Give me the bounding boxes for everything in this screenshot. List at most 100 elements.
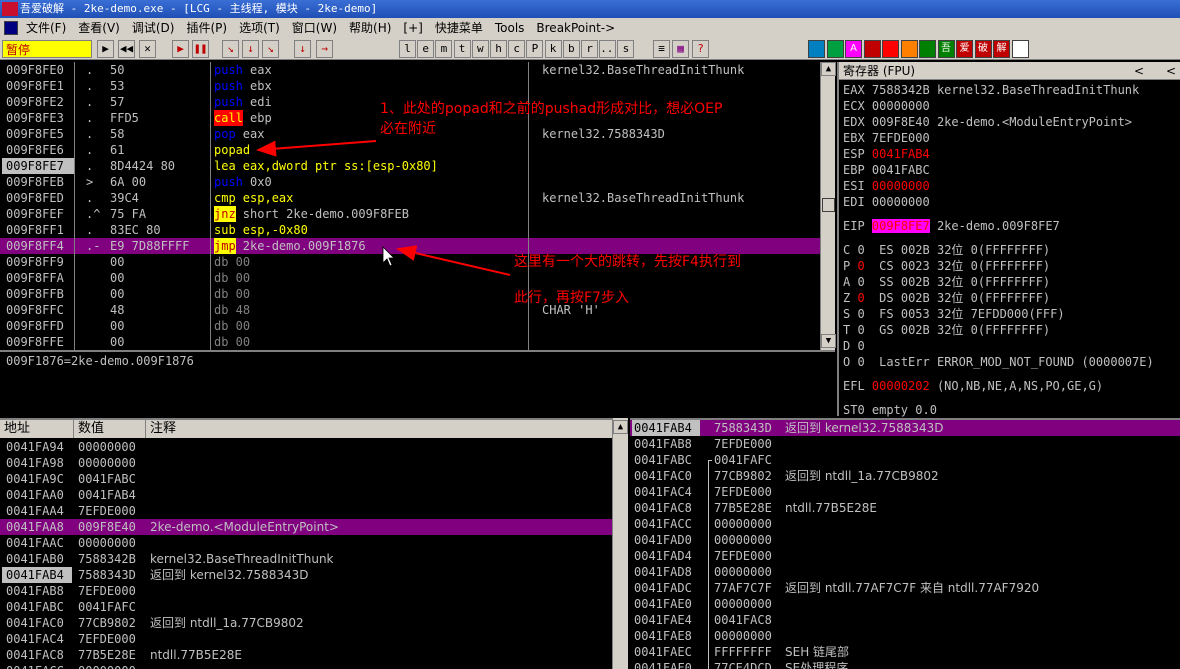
stack-row[interactable]: 0041FAEC FFFFFFFF SEH 链尾部 <box>630 644 1180 660</box>
toolbar-button-icon[interactable]: ✕ <box>139 40 156 58</box>
stack-row[interactable]: 0041FACC 00000000 <box>630 516 1180 532</box>
help-icon[interactable]: ? <box>692 40 709 58</box>
flag-line[interactable]: D 0 <box>843 338 901 354</box>
grid-icon[interactable]: ▦ <box>672 40 689 58</box>
register-value[interactable]: 00000000 <box>872 99 930 113</box>
dump-row[interactable]: 0041FAC4 7EFDE000 <box>0 631 612 647</box>
dump-row[interactable]: 0041FA94 00000000 <box>0 439 612 455</box>
efl-line[interactable]: EFL 00000202 (NO,NB,NE,A,NS,PO,GE,G) <box>843 378 1103 394</box>
register-line[interactable]: ECX 00000000 <box>843 98 937 114</box>
menu-item[interactable]: 查看(V) <box>72 18 126 38</box>
register-line[interactable]: ESI 00000000 <box>843 178 937 194</box>
menu-item[interactable]: 快捷菜单 <box>429 18 489 38</box>
menu-item[interactable]: 帮助(H) <box>343 18 397 38</box>
flag-line[interactable]: O 0 LastErr ERROR_MOD_NOT_FOUND (0000007… <box>843 354 1168 370</box>
register-value[interactable]: 7EFDE000 <box>872 131 930 145</box>
dump-scrollbar[interactable]: ▲ <box>612 418 628 669</box>
app-menu-icon[interactable] <box>4 21 18 35</box>
stack-row[interactable]: 0041FAC8 77B5E28E ntdll.77B5E28E <box>630 500 1180 516</box>
scroll-up-arrow-icon[interactable]: ▲ <box>613 420 628 434</box>
register-value[interactable]: 00000202 <box>872 379 930 393</box>
toolbar-window-button[interactable]: m <box>435 40 453 58</box>
register-line[interactable]: EDI 00000000 <box>843 194 937 210</box>
flag-line[interactable]: A 0 SS 002B 32位 0(FFFFFFFF) <box>843 274 1050 290</box>
dump-row[interactable]: 0041FA98 00000000 <box>0 455 612 471</box>
disasm-row[interactable]: 009F8FFD 00 db 00 <box>0 318 820 334</box>
dump-row[interactable]: 0041FABC 0041FAFC <box>0 599 612 615</box>
dump-row[interactable]: 0041FAA0 0041FAB4 <box>0 487 612 503</box>
toggle-view-arrow-icon[interactable]: < <box>1134 62 1144 80</box>
plugin-button-icon[interactable] <box>1011 40 1029 58</box>
header-value[interactable]: 数值 <box>74 420 146 438</box>
disasm-row[interactable]: 009F8FFC 48 db 48 CHAR 'H' <box>0 302 820 318</box>
registers-pane[interactable]: 寄存器 (FPU) < < EAX 7588342B kernel32.Base… <box>837 62 1180 417</box>
menu-item[interactable]: BreakPoint-> <box>530 18 621 38</box>
toolbar-window-button[interactable]: c <box>508 40 526 58</box>
stack-row[interactable]: 0041FAD8 00000000 <box>630 564 1180 580</box>
toolbar-window-button[interactable]: r <box>581 40 598 58</box>
menu-item[interactable]: 文件(F) <box>20 18 72 38</box>
disasm-row[interactable]: 009F8FEF .^ 75 FA jnz short 2ke-demo.009F8FE… <box>0 206 820 222</box>
register-value[interactable]: 7588342B <box>872 83 930 97</box>
flag-value[interactable]: 0 <box>857 307 864 321</box>
register-line[interactable]: EBX 7EFDE000 <box>843 130 937 146</box>
toolbar-button-icon[interactable]: ↘ <box>262 40 279 58</box>
disassembly-scrollbar[interactable]: ▲ ▼ <box>820 62 836 350</box>
register-value[interactable]: 009F8FE7 <box>871 219 930 233</box>
dump-row[interactable]: 0041FAB8 7EFDE000 <box>0 583 612 599</box>
stack-row[interactable]: 0041FAE0 00000000 <box>630 596 1180 612</box>
toolbar-window-button[interactable]: l <box>399 40 416 58</box>
dump-row[interactable]: 0041FAC8 77B5E28E ntdll.77B5E28E <box>0 647 612 663</box>
toolbar-button-icon[interactable]: ▶ <box>172 40 189 58</box>
flag-value[interactable]: 0 <box>857 339 864 353</box>
disasm-row[interactable]: 009F8FED. 39C4 cmp esp,eax kernel32.BaseThre… <box>0 190 820 206</box>
dump-row[interactable]: 0041FACC 00000000 <box>0 663 612 669</box>
disasm-row[interactable]: 009F8FFB 00 db 00 <box>0 286 820 302</box>
register-value[interactable]: 009F8E40 <box>872 115 930 129</box>
disasm-row[interactable]: 009F8FEB >6A 00 push 0x0 <box>0 174 820 190</box>
stack-row[interactable]: 0041FAC0 77CB9802 返回到 ntdll_1a.77CB9802 <box>630 468 1180 484</box>
flag-value[interactable]: 0 <box>857 323 864 337</box>
plugin-button-icon[interactable] <box>808 40 825 58</box>
disasm-row[interactable]: 009F8FE7. 8D4424 80 lea eax,dword ptr ss:[e… <box>0 158 820 174</box>
list-icon[interactable]: ≡ <box>653 40 670 58</box>
stack-row[interactable]: 0041FAC4 7EFDE000 <box>630 484 1180 500</box>
register-line[interactable]: EDX 009F8E40 2ke-demo.<ModuleEntryPoint> <box>843 114 1132 130</box>
plugin-button-icon[interactable]: 吾 <box>937 40 955 58</box>
register-value[interactable]: 0041FABC <box>872 163 930 177</box>
register-value[interactable]: 00000000 <box>872 195 930 209</box>
stack-row[interactable]: 0041FAD0 00000000 <box>630 532 1180 548</box>
toolbar-window-button[interactable]: k <box>544 40 562 58</box>
toolbar-button-icon[interactable]: ↓ <box>294 40 311 58</box>
plugin-button-icon[interactable] <box>826 40 844 58</box>
dump-row[interactable]: 0041FAAC 00000000 <box>0 535 612 551</box>
flag-line[interactable]: C 0 ES 002B 32位 0(FFFFFFFF) <box>843 242 1050 258</box>
register-line[interactable]: EBP 0041FABC <box>843 162 937 178</box>
menu-item[interactable]: 窗口(W) <box>286 18 343 38</box>
header-comment[interactable]: 注释 <box>146 420 612 438</box>
stack-row[interactable]: 0041FAD4 7EFDE000 <box>630 548 1180 564</box>
dump-row[interactable]: 0041FAB4 7588343D 返回到 kernel32.7588343D <box>0 567 612 583</box>
toolbar-window-button[interactable]: w <box>471 40 489 58</box>
dump-row[interactable]: 0041FAC0 77CB9802 返回到 ntdll_1a.77CB9802 <box>0 615 612 631</box>
header-address[interactable]: 地址 <box>0 420 74 438</box>
flag-line[interactable]: T 0 GS 002B 32位 0(FFFFFFFF) <box>843 322 1050 338</box>
flag-value[interactable]: 0 <box>857 355 864 369</box>
toolbar-window-button[interactable]: b <box>562 40 580 58</box>
toolbar-button-icon[interactable]: ❚❚ <box>192 40 209 58</box>
toolbar-button-icon[interactable]: ◀◀ <box>118 40 135 58</box>
menu-item[interactable]: [+] <box>397 18 428 38</box>
plugin-button-icon[interactable] <box>900 40 918 58</box>
toolbar-button-icon[interactable]: ▶ <box>97 40 114 58</box>
disasm-row[interactable]: 009F8FFE 00 db 00 <box>0 334 820 350</box>
stack-row[interactable]: 0041FABC 0041FAFC <box>630 452 1180 468</box>
stack-row[interactable]: 0041FAF0 77CE4DCD SE处理程序 <box>630 660 1180 669</box>
dump-row[interactable]: 0041FAA4 7EFDE000 <box>0 503 612 519</box>
menu-item[interactable]: 选项(T) <box>233 18 286 38</box>
disasm-row[interactable]: 009F8FF1. 83EC 80 sub esp,-0x80 <box>0 222 820 238</box>
register-line-eip[interactable]: EIP 009F8FE7 2ke-demo.009F8FE7 <box>843 218 1060 234</box>
dump-row[interactable]: 0041FAB0 7588342B kernel32.BaseThreadInitT… <box>0 551 612 567</box>
flag-value[interactable]: 0 <box>857 275 864 289</box>
register-line[interactable]: EAX 7588342B kernel32.BaseThreadInitThun… <box>843 82 1139 98</box>
flag-line[interactable]: P 0 CS 0023 32位 0(FFFFFFFF) <box>843 258 1050 274</box>
